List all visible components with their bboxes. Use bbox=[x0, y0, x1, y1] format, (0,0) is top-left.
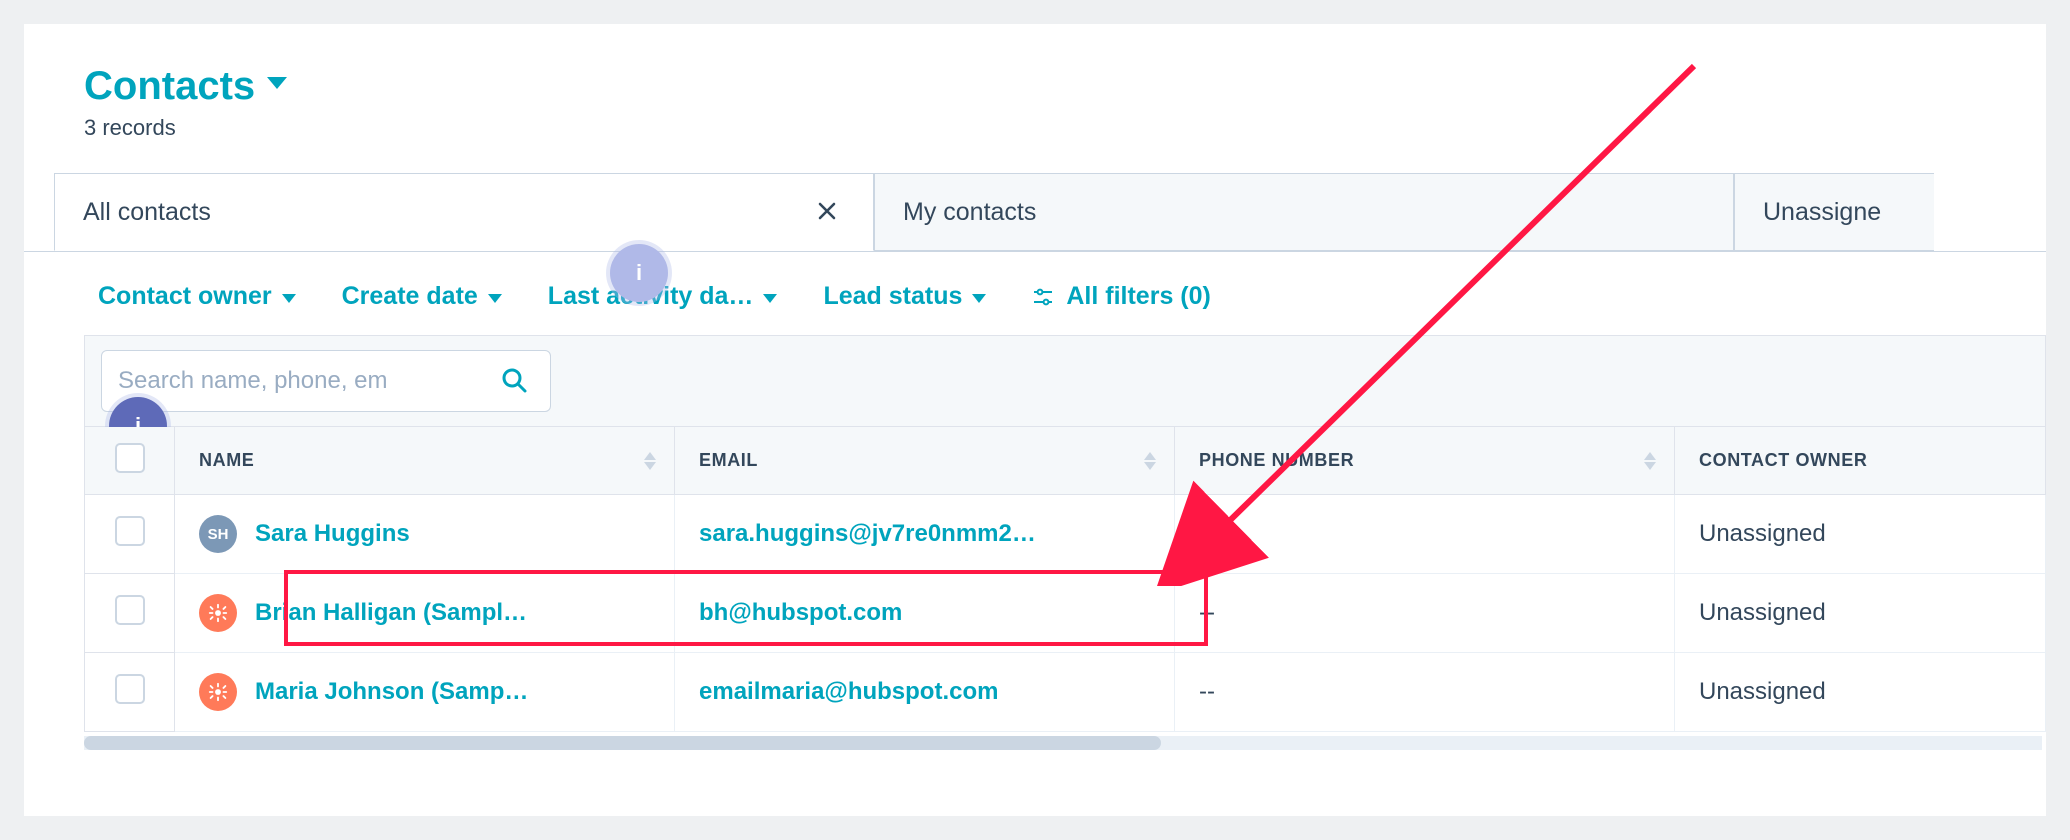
owner-cell: Unassigned bbox=[1675, 653, 2046, 732]
filter-create-date[interactable]: Create date bbox=[342, 282, 502, 311]
email-cell[interactable]: emailmaria@hubspot.com bbox=[675, 653, 1175, 732]
column-label: PHONE NUMBER bbox=[1199, 450, 1354, 470]
chevron-down-icon bbox=[763, 282, 777, 311]
column-label: CONTACT OWNER bbox=[1699, 450, 1867, 470]
column-email[interactable]: EMAIL bbox=[675, 427, 1175, 495]
sliders-icon bbox=[1032, 286, 1054, 308]
tabs-row: All contacts My contacts Unassigne bbox=[24, 173, 2046, 252]
filters-bar: Contact owner Create date Last activity … bbox=[24, 252, 2046, 335]
column-name[interactable]: NAME bbox=[175, 427, 675, 495]
table-row[interactable]: Brian Halligan (Sampl… bh@hubspot.com--Un… bbox=[85, 574, 2046, 653]
phone-cell: -- bbox=[1175, 574, 1675, 653]
contact-name[interactable]: Maria Johnson (Samp… bbox=[255, 678, 528, 706]
horizontal-scrollbar[interactable] bbox=[84, 736, 2042, 750]
column-phone[interactable]: PHONE NUMBER bbox=[1175, 427, 1675, 495]
tab-my-contacts[interactable]: My contacts bbox=[874, 173, 1734, 251]
email-cell[interactable]: bh@hubspot.com bbox=[675, 574, 1175, 653]
filter-label: All filters (0) bbox=[1066, 282, 1210, 311]
all-filters-button[interactable]: All filters (0) bbox=[1032, 282, 1210, 311]
email-cell[interactable]: sara.huggins@jv7re0nmm2… bbox=[675, 495, 1175, 574]
name-cell[interactable]: Maria Johnson (Samp… bbox=[175, 653, 675, 732]
select-all-header bbox=[85, 427, 175, 495]
filter-label: Contact owner bbox=[98, 282, 272, 311]
avatar bbox=[199, 594, 237, 632]
filter-contact-owner[interactable]: Contact owner bbox=[98, 282, 296, 311]
chevron-down-icon[interactable] bbox=[267, 77, 287, 96]
page-title[interactable]: Contacts bbox=[84, 64, 255, 109]
row-checkbox[interactable] bbox=[115, 516, 145, 546]
tab-label: Unassigne bbox=[1763, 198, 1881, 227]
chevron-down-icon bbox=[488, 282, 502, 311]
column-label: EMAIL bbox=[699, 450, 758, 470]
row-checkbox-cell bbox=[85, 574, 175, 653]
chevron-down-icon bbox=[282, 282, 296, 311]
phone-cell: -- bbox=[1175, 653, 1675, 732]
table-row[interactable]: SH Sara Huggins sara.huggins@jv7re0nmm2…--… bbox=[85, 495, 2046, 574]
tab-label: My contacts bbox=[903, 198, 1036, 227]
filter-label: Lead status bbox=[823, 282, 962, 311]
records-count: 3 records bbox=[84, 115, 1986, 141]
filter-lead-status[interactable]: Lead status bbox=[823, 282, 986, 311]
search-icon[interactable] bbox=[494, 360, 534, 403]
sort-icon[interactable] bbox=[1644, 452, 1656, 470]
sort-icon[interactable] bbox=[1144, 452, 1156, 470]
avatar bbox=[199, 673, 237, 711]
search-input[interactable] bbox=[118, 367, 494, 395]
contacts-table: NAME EMAIL PHONE NUM bbox=[84, 426, 2046, 732]
row-checkbox[interactable] bbox=[115, 674, 145, 704]
search-row bbox=[84, 335, 2046, 426]
select-all-checkbox[interactable] bbox=[115, 443, 145, 473]
row-checkbox-cell bbox=[85, 495, 175, 574]
owner-cell: Unassigned bbox=[1675, 495, 2046, 574]
row-checkbox-cell bbox=[85, 653, 175, 732]
tab-label: All contacts bbox=[83, 198, 211, 227]
column-label: NAME bbox=[199, 450, 254, 470]
filter-label: Create date bbox=[342, 282, 478, 311]
tab-unassigned[interactable]: Unassigne bbox=[1734, 173, 1934, 251]
name-cell[interactable]: SH Sara Huggins bbox=[175, 495, 675, 574]
contact-name[interactable]: Sara Huggins bbox=[255, 520, 410, 548]
info-icon[interactable]: i bbox=[610, 244, 668, 302]
owner-cell: Unassigned bbox=[1675, 574, 2046, 653]
sort-icon[interactable] bbox=[644, 452, 656, 470]
table-row[interactable]: Maria Johnson (Samp… emailmaria@hubspot.c… bbox=[85, 653, 2046, 732]
close-icon[interactable] bbox=[809, 193, 845, 232]
avatar: SH bbox=[199, 515, 237, 553]
contact-name[interactable]: Brian Halligan (Sampl… bbox=[255, 599, 527, 627]
chevron-down-icon bbox=[972, 282, 986, 311]
search-box bbox=[101, 350, 551, 412]
name-cell[interactable]: Brian Halligan (Sampl… bbox=[175, 574, 675, 653]
column-owner[interactable]: CONTACT OWNER bbox=[1675, 427, 2046, 495]
tab-all-contacts[interactable]: All contacts bbox=[54, 173, 874, 251]
phone-cell: -- bbox=[1175, 495, 1675, 574]
row-checkbox[interactable] bbox=[115, 595, 145, 625]
